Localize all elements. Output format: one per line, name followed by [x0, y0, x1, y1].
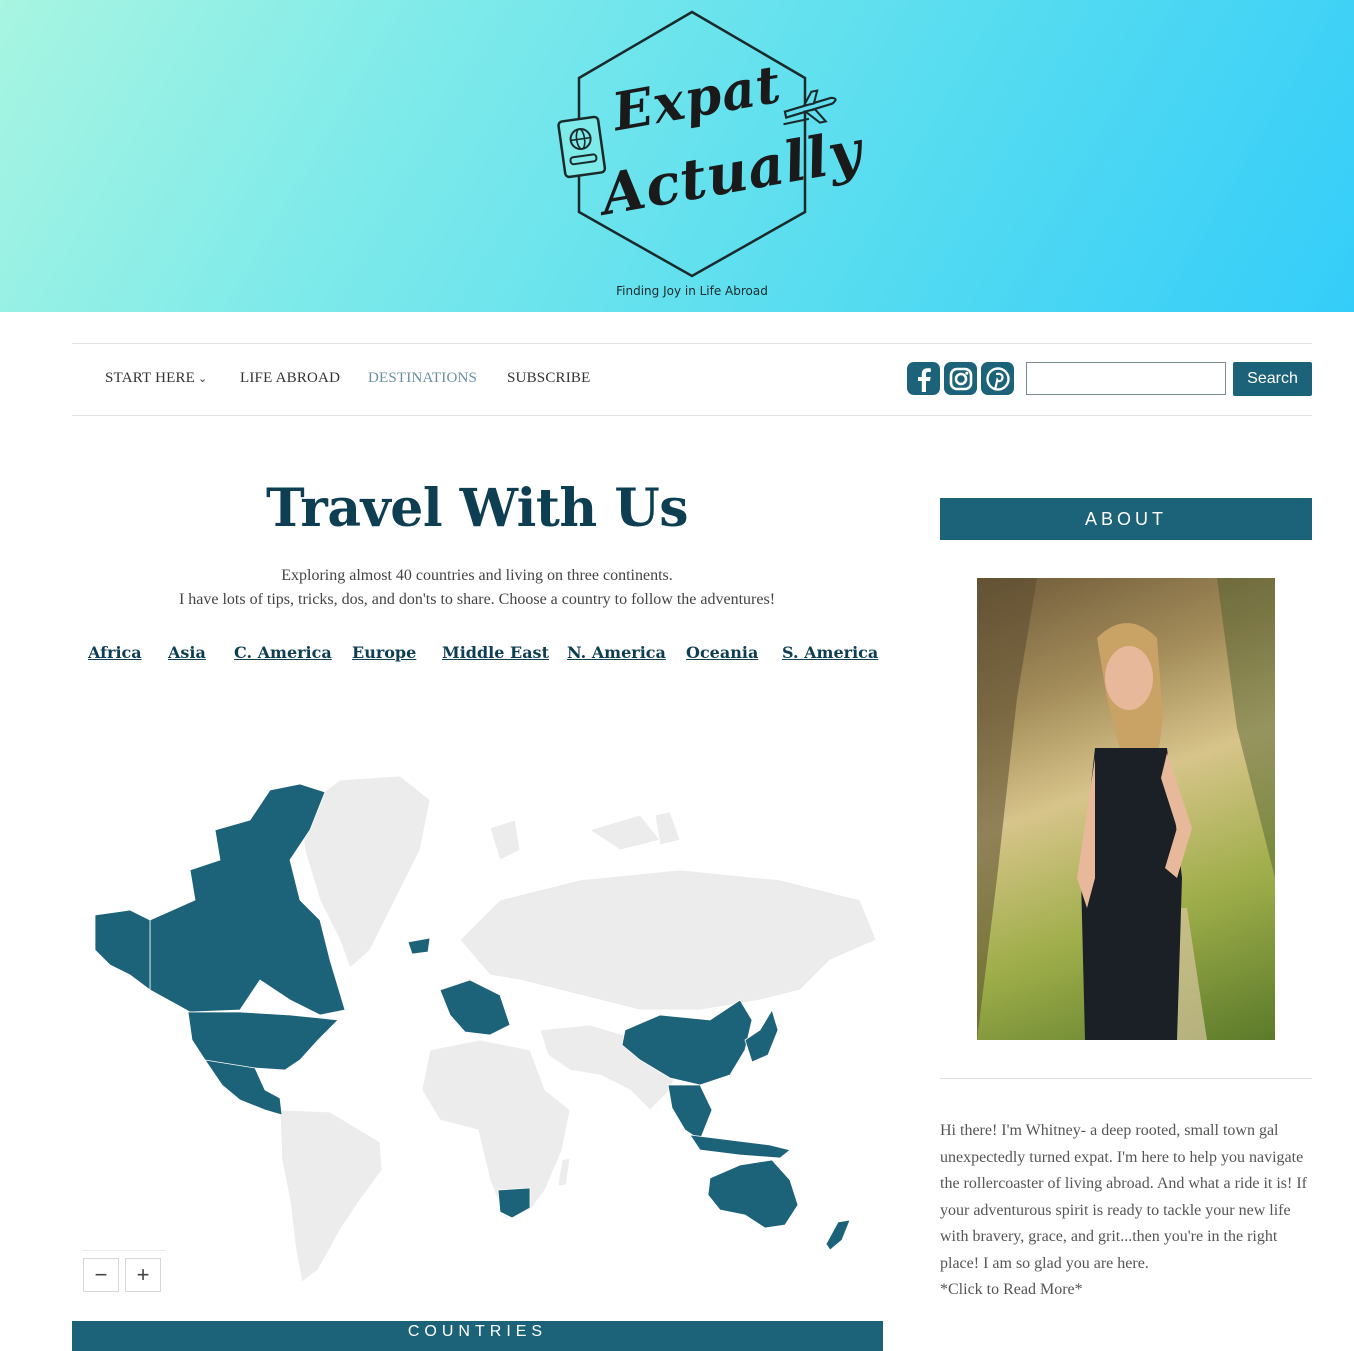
region-link-africa[interactable]: Africa — [88, 643, 142, 662]
map-alaska — [94, 909, 151, 991]
region-link-asia[interactable]: Asia — [168, 643, 206, 662]
world-map[interactable] — [74, 760, 880, 1290]
countries-heading-bar: COUNTRIES — [72, 1321, 883, 1351]
zoom-in-button[interactable]: + — [125, 1258, 161, 1292]
map-eurasia — [459, 869, 877, 1011]
map-indonesia — [689, 1134, 791, 1159]
search-input[interactable] — [1026, 362, 1226, 395]
pinterest-icon[interactable] — [981, 362, 1014, 395]
instagram-icon[interactable] — [944, 362, 977, 395]
author-photo — [977, 578, 1275, 1040]
countries-heading: COUNTRIES — [407, 1323, 548, 1340]
map-iceland — [407, 937, 431, 955]
nav-item-subscribe[interactable]: SUBSCRIBE — [507, 370, 591, 387]
map-western-europe — [439, 979, 511, 1036]
page-title: Travel With Us — [266, 478, 688, 539]
about-body: Hi there! I'm Whitney- a deep rooted, sm… — [940, 1122, 1307, 1272]
nav-item-life-abroad[interactable]: LIFE ABROAD — [240, 370, 340, 387]
map-new-zealand — [825, 1219, 851, 1251]
map-south-america — [279, 1109, 383, 1283]
header-banner: Expat Actually Finding Joy in Life Abroa… — [0, 0, 1354, 312]
zoom-controls-divider — [82, 1250, 166, 1251]
chevron-down-icon: ⌄ — [198, 373, 208, 385]
map-southeast-asia — [667, 1084, 713, 1141]
search-button[interactable]: Search — [1233, 362, 1312, 396]
map-south-africa — [497, 1187, 531, 1219]
map-africa — [421, 1039, 571, 1219]
about-heading: ABOUT — [940, 498, 1312, 540]
nav-bottom-divider — [72, 415, 1312, 416]
nav-item-label: START HERE — [105, 370, 196, 386]
sidebar-divider — [940, 1078, 1312, 1079]
nav-top-divider — [72, 343, 1312, 344]
region-link-s-america[interactable]: S. America — [782, 643, 878, 662]
region-link-c-america[interactable]: C. America — [234, 643, 332, 662]
region-link-europe[interactable]: Europe — [352, 643, 416, 662]
region-link-oceania[interactable]: Oceania — [686, 643, 758, 662]
site-tagline: Finding Joy in Life Abroad — [616, 284, 768, 298]
region-link-n-america[interactable]: N. America — [567, 643, 666, 662]
facebook-icon[interactable] — [907, 362, 940, 395]
map-arctic-islands — [489, 811, 681, 861]
map-madagascar — [557, 1157, 571, 1187]
zoom-out-button[interactable]: − — [83, 1258, 119, 1292]
about-text: Hi there! I'm Whitney- a deep rooted, sm… — [940, 1118, 1312, 1304]
region-link-middle-east[interactable]: Middle East — [442, 643, 549, 662]
read-more-link[interactable]: *Click to Read More* — [940, 1281, 1083, 1298]
nav-item-destinations[interactable]: DESTINATIONS — [368, 370, 477, 387]
intro-line-1: Exploring almost 40 countries and living… — [281, 567, 673, 584]
intro-line-2: I have lots of tips, tricks, dos, and do… — [178, 591, 776, 608]
map-australia — [707, 1159, 799, 1229]
nav-item-start-here[interactable]: START HERE ⌄ — [105, 370, 207, 387]
